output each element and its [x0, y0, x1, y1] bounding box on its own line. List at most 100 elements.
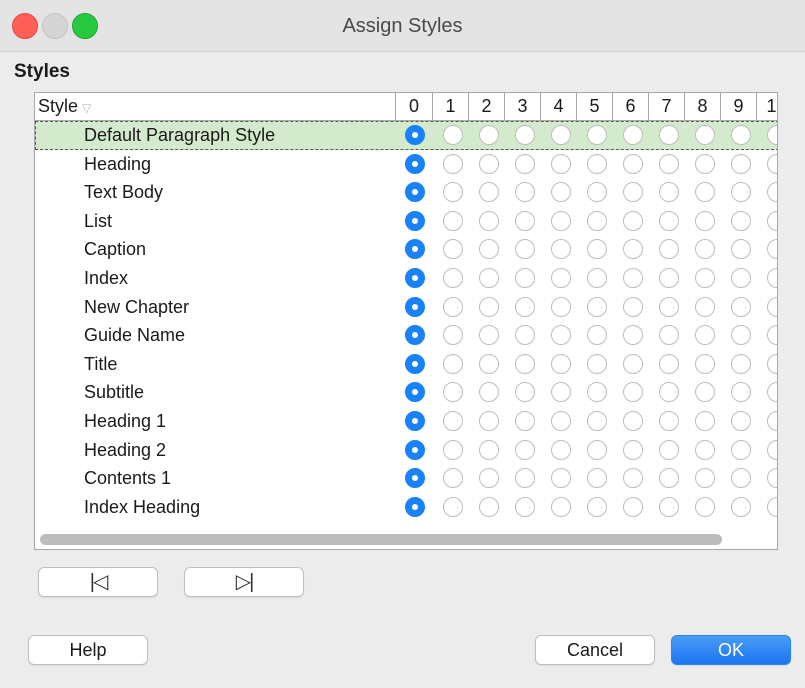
level-radio-5[interactable] [587, 268, 607, 288]
level-radio-4[interactable] [551, 353, 571, 374]
level-radio-7[interactable] [659, 468, 679, 489]
level-radio-2[interactable] [479, 268, 499, 288]
table-row[interactable]: Subtitle [35, 378, 777, 407]
level-radio-7[interactable] [659, 268, 679, 288]
level-radio-3[interactable] [515, 296, 535, 317]
level-radio-5[interactable] [587, 496, 607, 517]
level-radio-2[interactable] [479, 496, 499, 517]
level-radio-2[interactable] [479, 353, 499, 374]
move-last-button[interactable]: ▷| [184, 567, 304, 597]
level-radio-6[interactable] [623, 325, 643, 346]
level-radio-7[interactable] [659, 496, 679, 517]
level-radio-8[interactable] [695, 268, 715, 288]
level-radio-10[interactable] [767, 439, 777, 460]
table-row[interactable]: Heading [35, 150, 777, 179]
level-radio-4[interactable] [551, 496, 571, 517]
level-radio-6[interactable] [623, 210, 643, 231]
cancel-button[interactable]: Cancel [535, 635, 655, 665]
level-radio-6[interactable] [623, 411, 643, 431]
level-radio-4[interactable] [551, 239, 571, 260]
level-radio-2[interactable] [479, 210, 499, 231]
level-radio-10[interactable] [767, 182, 777, 203]
level-radio-9[interactable] [731, 325, 751, 346]
table-row[interactable]: Heading 2 [35, 436, 777, 465]
level-radio-8[interactable] [695, 239, 715, 260]
level-radio-4[interactable] [551, 411, 571, 431]
level-radio-1[interactable] [443, 439, 463, 460]
level-radio-8[interactable] [695, 468, 715, 489]
level-radio-10[interactable] [767, 382, 777, 403]
level-radio-9[interactable] [731, 411, 751, 431]
level-radio-1[interactable] [443, 125, 463, 145]
level-radio-6[interactable] [623, 468, 643, 489]
level-radio-8[interactable] [695, 210, 715, 231]
level-radio-5[interactable] [587, 182, 607, 203]
level-radio-6[interactable] [623, 496, 643, 517]
level-radio-5[interactable] [587, 125, 607, 145]
level-radio-3[interactable] [515, 411, 535, 431]
level-radio-7[interactable] [659, 325, 679, 346]
level-radio-3[interactable] [515, 325, 535, 346]
level-radio-0[interactable] [405, 239, 425, 260]
level-radio-1[interactable] [443, 353, 463, 374]
level-radio-0[interactable] [405, 153, 425, 174]
level-radio-4[interactable] [551, 182, 571, 203]
level-radio-9[interactable] [731, 382, 751, 403]
level-radio-8[interactable] [695, 182, 715, 203]
level-radio-2[interactable] [479, 325, 499, 346]
ok-button[interactable]: OK [671, 635, 791, 665]
level-radio-9[interactable] [731, 439, 751, 460]
level-radio-5[interactable] [587, 382, 607, 403]
level-radio-4[interactable] [551, 296, 571, 317]
level-radio-3[interactable] [515, 239, 535, 260]
table-row[interactable]: Index Heading [35, 493, 777, 522]
level-radio-8[interactable] [695, 496, 715, 517]
level-radio-3[interactable] [515, 268, 535, 288]
level-radio-0[interactable] [405, 296, 425, 317]
level-radio-10[interactable] [767, 268, 777, 288]
level-radio-3[interactable] [515, 153, 535, 174]
level-radio-3[interactable] [515, 210, 535, 231]
level-radio-9[interactable] [731, 353, 751, 374]
level-radio-9[interactable] [731, 296, 751, 317]
level-radio-8[interactable] [695, 439, 715, 460]
level-radio-5[interactable] [587, 210, 607, 231]
level-radio-6[interactable] [623, 239, 643, 260]
level-radio-7[interactable] [659, 411, 679, 431]
style-column-header[interactable]: Style ▽ [35, 93, 396, 120]
horizontal-scrollbar[interactable] [40, 534, 722, 545]
level-radio-4[interactable] [551, 439, 571, 460]
level-radio-7[interactable] [659, 182, 679, 203]
level-radio-6[interactable] [623, 153, 643, 174]
level-radio-3[interactable] [515, 182, 535, 203]
level-radio-9[interactable] [731, 210, 751, 231]
level-radio-1[interactable] [443, 210, 463, 231]
level-radio-1[interactable] [443, 411, 463, 431]
level-radio-2[interactable] [479, 125, 499, 145]
level-radio-10[interactable] [767, 125, 777, 145]
level-radio-2[interactable] [479, 468, 499, 489]
level-radio-8[interactable] [695, 382, 715, 403]
level-radio-3[interactable] [515, 496, 535, 517]
level-radio-7[interactable] [659, 125, 679, 145]
level-radio-6[interactable] [623, 382, 643, 403]
level-radio-5[interactable] [587, 353, 607, 374]
level-radio-7[interactable] [659, 153, 679, 174]
level-radio-7[interactable] [659, 353, 679, 374]
table-row[interactable]: Heading 1 [35, 407, 777, 436]
level-radio-5[interactable] [587, 325, 607, 346]
level-radio-6[interactable] [623, 439, 643, 460]
level-radio-6[interactable] [623, 296, 643, 317]
level-radio-4[interactable] [551, 210, 571, 231]
level-radio-3[interactable] [515, 439, 535, 460]
level-radio-5[interactable] [587, 153, 607, 174]
level-radio-1[interactable] [443, 153, 463, 174]
move-first-button[interactable]: |◁ [38, 567, 158, 597]
level-radio-8[interactable] [695, 325, 715, 346]
level-radio-3[interactable] [515, 353, 535, 374]
level-radio-4[interactable] [551, 468, 571, 489]
level-radio-10[interactable] [767, 239, 777, 260]
table-row[interactable]: Caption [35, 235, 777, 264]
level-radio-0[interactable] [405, 125, 425, 145]
level-radio-10[interactable] [767, 496, 777, 517]
